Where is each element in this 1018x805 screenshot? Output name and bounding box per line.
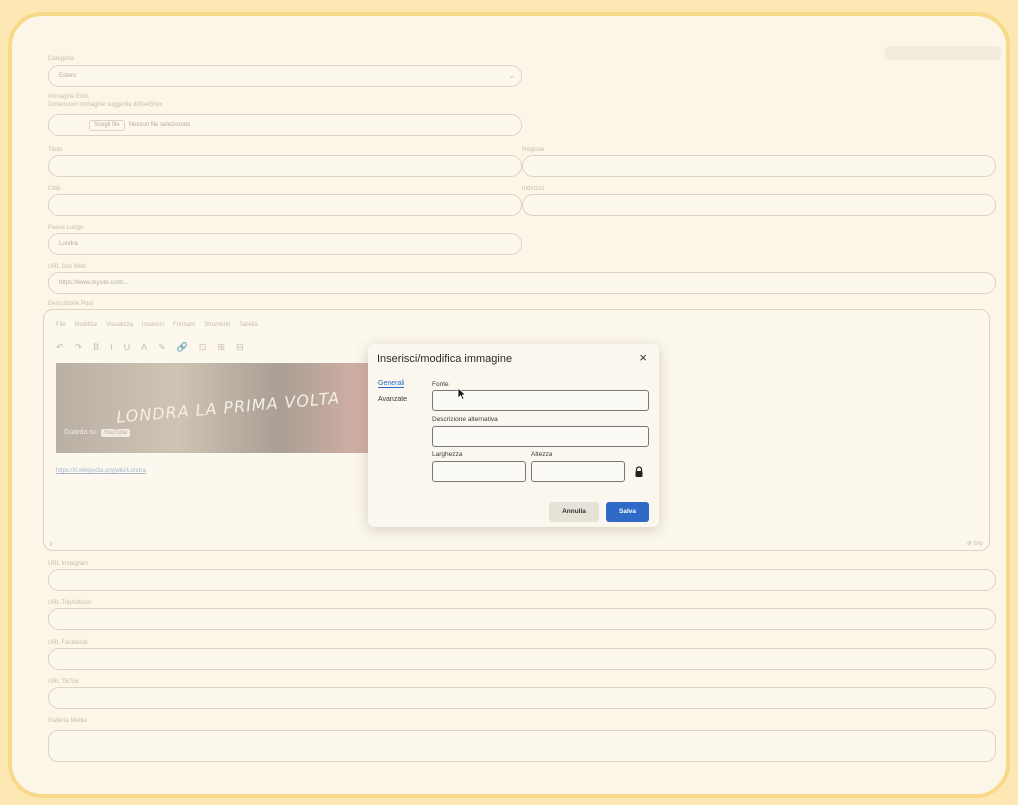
watch-on-youtube[interactable]: Guarda su YouTube xyxy=(64,429,131,437)
top-right-pill xyxy=(884,46,1002,60)
city-label: Città xyxy=(48,186,61,192)
category-select[interactable]: Estero ⌄ xyxy=(48,65,522,87)
url-field[interactable]: https://www.mysite.com/... xyxy=(48,272,996,294)
height-label: Altezza xyxy=(531,451,553,458)
tiktok-label: URL TikTok xyxy=(48,679,79,685)
menu-inserisci[interactable]: Inserisci xyxy=(142,322,164,328)
image-label: Immagine Evid. xyxy=(48,94,90,100)
menu-formato[interactable]: Formato xyxy=(173,322,195,328)
italic-icon[interactable]: I xyxy=(110,342,113,352)
highlight-icon[interactable]: ✎ xyxy=(158,342,166,352)
video-link[interactable]: https://it.wikipedia.org/wiki/Londra xyxy=(56,468,146,474)
gallery-field[interactable] xyxy=(48,730,996,762)
choose-file-button[interactable]: Scegli file xyxy=(89,120,125,131)
editor-toolbar: ↶ ↷ B I U A ✎ 🔗 ⊡ ⊞ ⊟ xyxy=(56,342,255,353)
menu-strumenti[interactable]: Strumenti xyxy=(204,322,230,328)
url-value: https://www.mysite.com/... xyxy=(59,280,129,286)
menu-visualizza[interactable]: Visualizza xyxy=(106,322,133,328)
watch-label: Guarda su xyxy=(64,429,97,436)
place-value: Londra xyxy=(59,241,78,247)
category-value: Estero xyxy=(59,73,77,79)
instagram-label: URL Instagram xyxy=(48,561,89,567)
cancel-button[interactable]: Annulla xyxy=(549,502,599,522)
facebook-field[interactable] xyxy=(48,648,996,670)
menu-modifica[interactable]: Modifica xyxy=(75,322,97,328)
image-file-input[interactable]: Scegli file Nessun file selezionato xyxy=(48,114,522,136)
category-label: Categoria xyxy=(48,56,75,62)
tripadvisor-label: URL TripAdvisor xyxy=(48,600,92,606)
description-label: Descrizione Post xyxy=(48,301,94,307)
facebook-label: URL Facebook xyxy=(48,640,88,646)
youtube-logo-icon: YouTube xyxy=(100,429,131,437)
region-field[interactable] xyxy=(522,155,996,177)
editor-menubar: File Modifica Visualizza Inserisci Formato St… xyxy=(56,322,267,328)
gallery-label: Galleria Media xyxy=(48,718,87,724)
tripadvisor-field[interactable] xyxy=(48,608,996,630)
video-title: LONDRA LA PRIMA VOLTA xyxy=(115,388,341,427)
media-icon[interactable]: ⊞ xyxy=(217,342,225,352)
place-label: Paese Luogo xyxy=(48,225,84,231)
file-status: Nessun file selezionato xyxy=(128,122,191,128)
tab-advanced[interactable]: Avanzate xyxy=(378,396,407,403)
image-hint: Dimensioni immagine suggerite 800x450px xyxy=(48,102,163,108)
text-color-icon[interactable]: A xyxy=(141,342,147,352)
table-icon[interactable]: ⊟ xyxy=(236,342,244,352)
tiktok-field[interactable] xyxy=(48,687,996,709)
chevron-down-icon: ⌄ xyxy=(508,71,515,80)
embedded-video[interactable]: LONDRA LA PRIMA VOLTA Guarda su YouTube xyxy=(56,363,374,453)
redo-icon[interactable]: ↷ xyxy=(75,342,83,352)
title-field[interactable] xyxy=(48,155,522,177)
tiny-brand: ⊕ tiny xyxy=(966,541,983,547)
url-label: URL Sito Web xyxy=(48,264,86,270)
mouse-cursor-icon xyxy=(457,387,467,401)
width-input[interactable] xyxy=(432,461,526,482)
height-input[interactable] xyxy=(531,461,625,482)
address-label: Indirizzo xyxy=(522,186,545,192)
title-label: Titolo xyxy=(48,147,63,153)
source-label: Fonte xyxy=(432,381,449,388)
menu-tabella[interactable]: Tabella xyxy=(239,322,258,328)
tab-general[interactable]: Generali xyxy=(378,380,405,388)
menu-file[interactable]: File xyxy=(56,322,66,328)
bold-icon[interactable]: B xyxy=(93,342,99,352)
city-field[interactable] xyxy=(48,194,522,216)
image-dialog: Inserisci/modifica immagine × Generali A… xyxy=(368,344,659,527)
image-icon[interactable]: ⊡ xyxy=(199,342,207,352)
instagram-field[interactable] xyxy=(48,569,996,591)
alt-label: Descrizione alternativa xyxy=(432,416,498,423)
place-field[interactable]: Londra xyxy=(48,233,522,255)
undo-icon[interactable]: ↶ xyxy=(56,342,64,352)
address-field[interactable] xyxy=(522,194,996,216)
dialog-title: Inserisci/modifica immagine xyxy=(377,353,513,365)
region-label: Regione xyxy=(522,147,545,153)
close-icon[interactable]: × xyxy=(639,350,647,365)
editor-path: p xyxy=(50,541,53,547)
lock-icon[interactable] xyxy=(634,466,644,478)
save-button[interactable]: Salva xyxy=(606,502,649,522)
alt-input[interactable] xyxy=(432,426,649,447)
width-label: Larghezza xyxy=(432,451,463,458)
link-icon[interactable]: 🔗 xyxy=(177,342,188,352)
underline-icon[interactable]: U xyxy=(124,342,131,352)
